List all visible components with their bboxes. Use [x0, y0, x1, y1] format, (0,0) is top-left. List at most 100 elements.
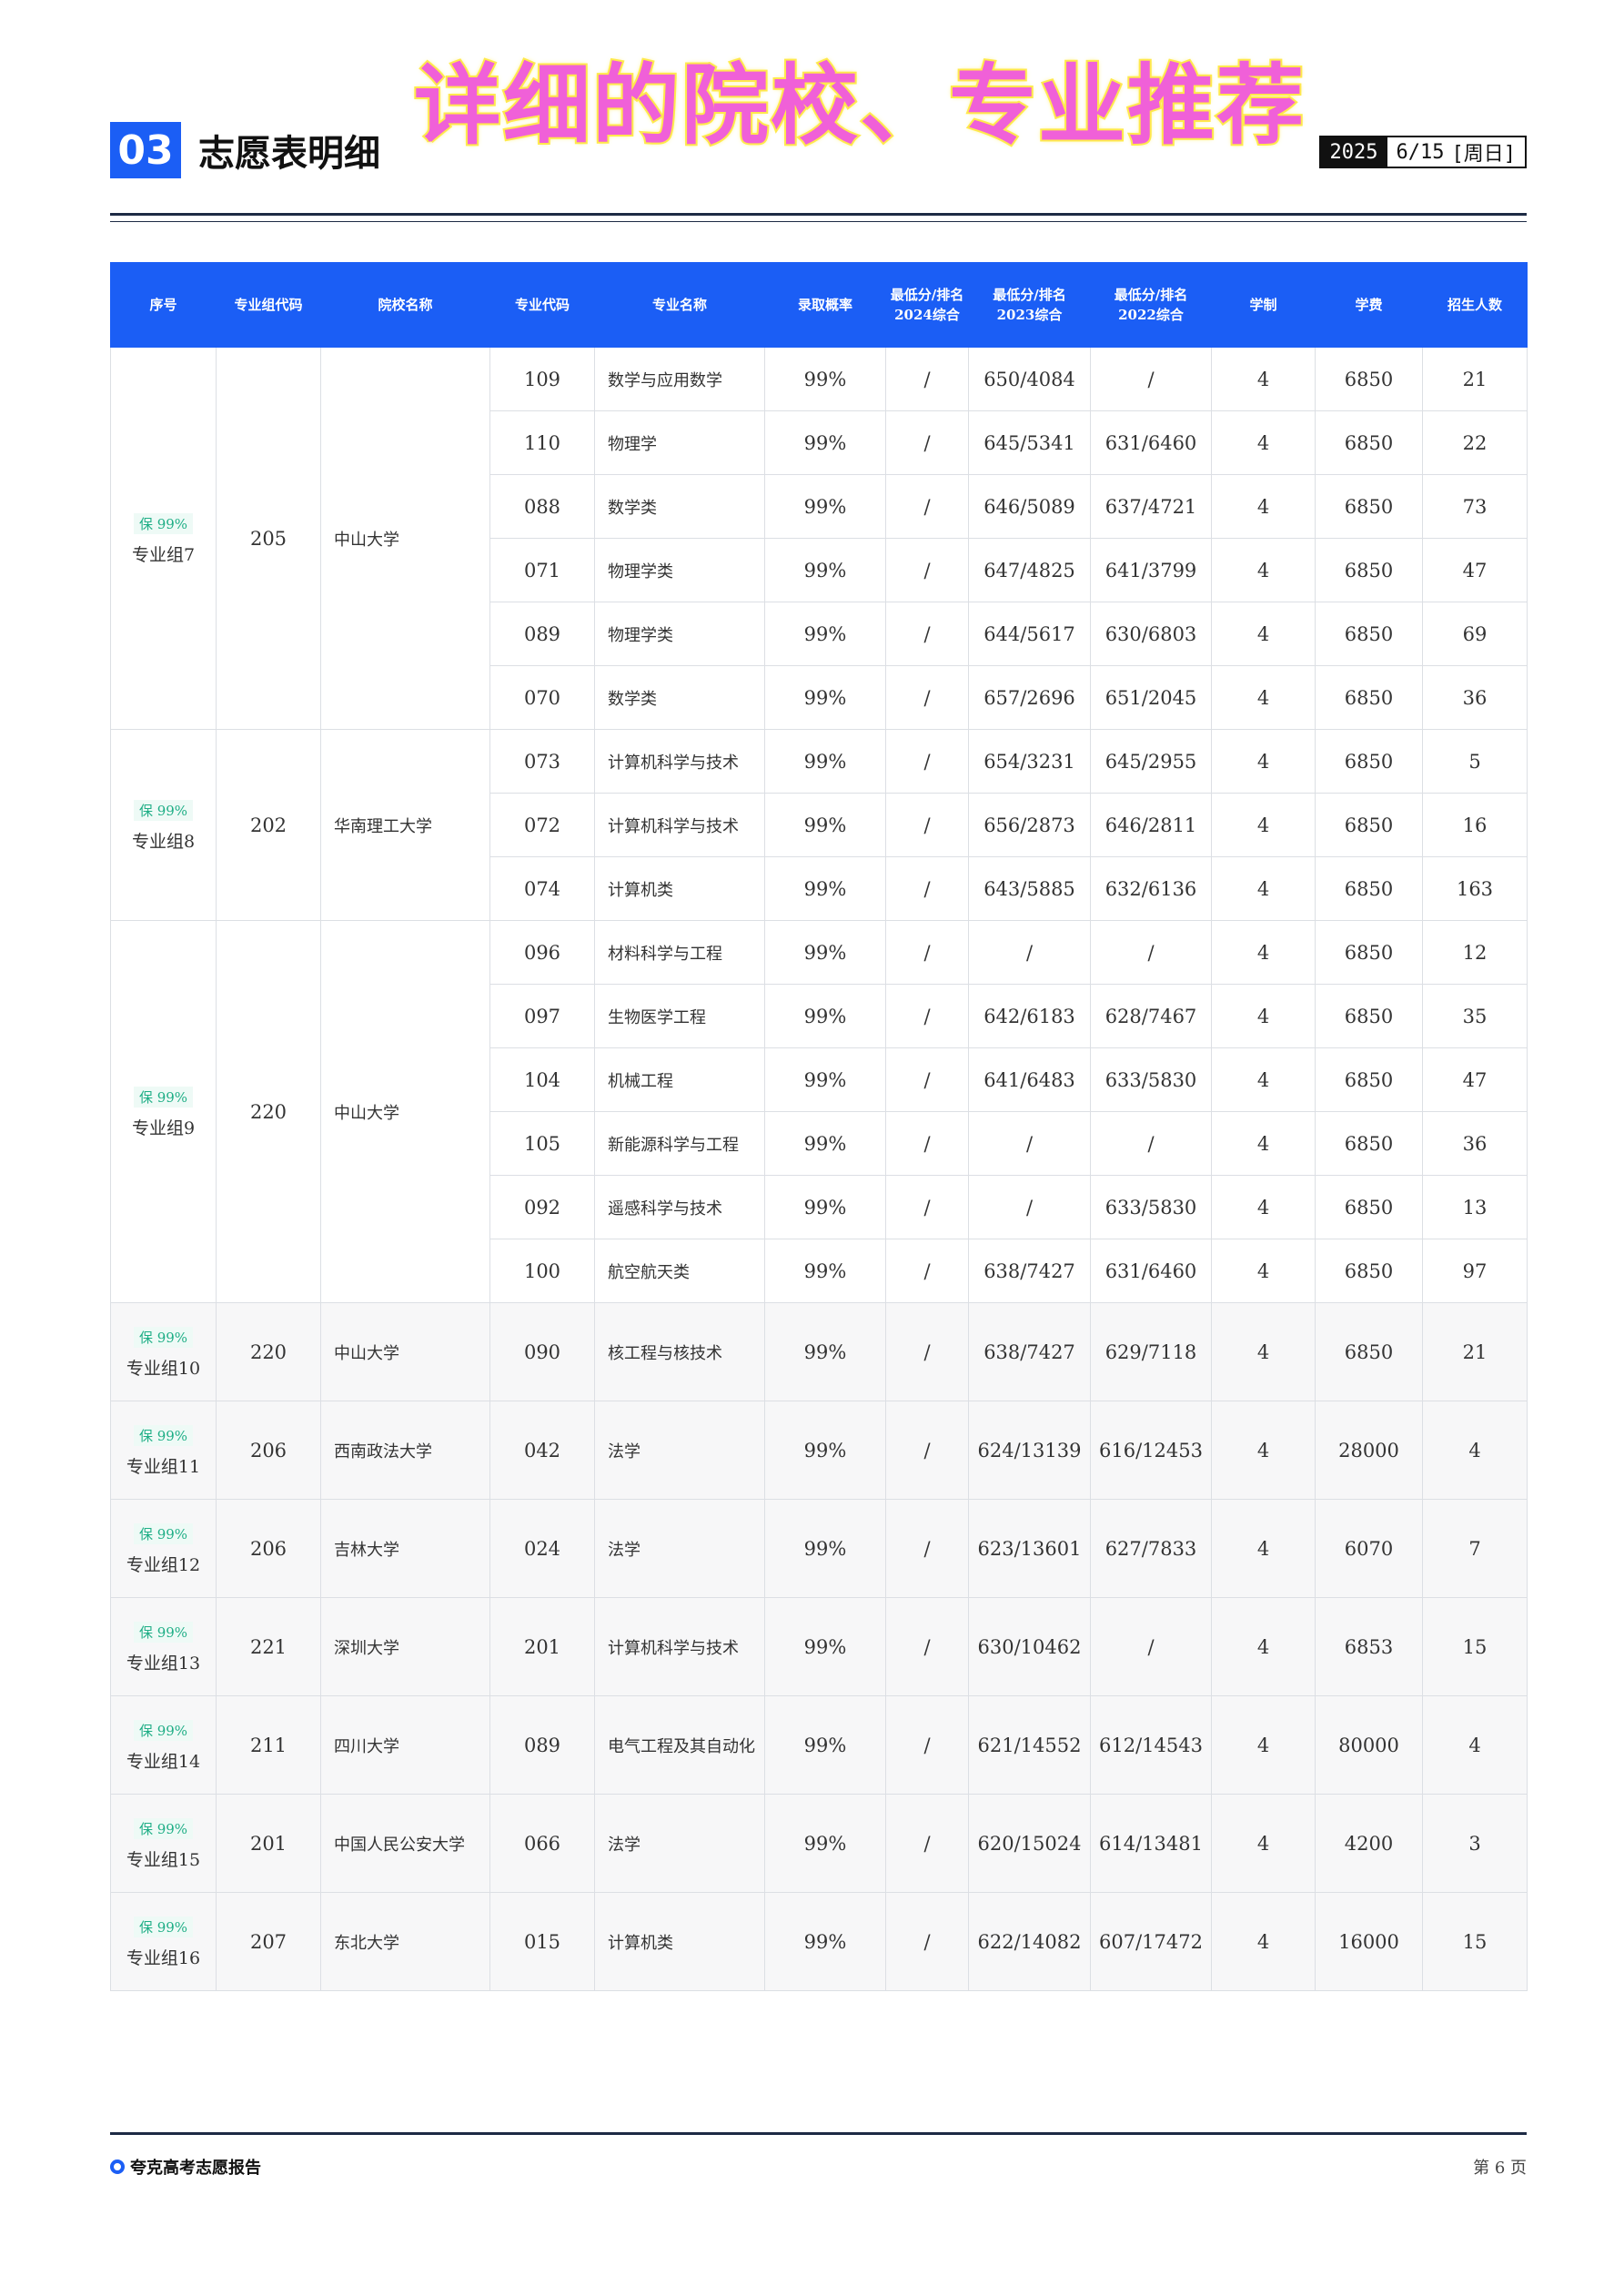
score-2023-cell: 654/3231	[968, 729, 1091, 794]
major-code-cell: 073	[489, 729, 595, 794]
duration-cell: 4	[1211, 856, 1316, 921]
enrollment-cell: 21	[1422, 1302, 1528, 1401]
probability-cell: 99%	[764, 1047, 886, 1112]
score-2023-cell: 630/10462	[968, 1597, 1091, 1696]
enrollment-cell: 36	[1422, 665, 1528, 730]
table-row: 保 99% 专业组14 211 四川大学 089 电气工程及其自动化 99%/621/145…	[110, 1695, 1528, 1795]
tuition-cell: 6853	[1315, 1597, 1423, 1696]
tuition-cell: 28000	[1315, 1401, 1423, 1500]
major-name-cell: 物理学类	[594, 602, 765, 666]
major-code-cell: 088	[489, 474, 595, 539]
score-2022-cell: 631/6460	[1090, 1239, 1212, 1303]
major-name-cell: 计算机类	[594, 856, 765, 921]
enrollment-cell: 22	[1422, 410, 1528, 475]
score-2022-cell: 633/5830	[1090, 1175, 1212, 1239]
duration-cell: 4	[1211, 1047, 1316, 1112]
score-2024-cell: /	[885, 1111, 969, 1176]
column-header: 最低分/排名 2024综合	[885, 262, 969, 348]
enrollment-cell: 47	[1422, 1047, 1528, 1112]
school-name-cell: 吉林大学	[320, 1499, 490, 1598]
score-2024-cell: /	[885, 1047, 969, 1112]
major-name-cell: 材料科学与工程	[594, 920, 765, 985]
major-name-cell: 新能源科学与工程	[594, 1111, 765, 1176]
score-2023-cell: 622/14082	[968, 1892, 1091, 1991]
score-2022-cell: 632/6136	[1090, 856, 1212, 921]
group-code-cell: 205	[216, 347, 321, 730]
school-name-cell: 中山大学	[320, 1302, 490, 1401]
group-code-cell: 221	[216, 1597, 321, 1696]
column-header: 专业代码	[489, 262, 595, 348]
group-cell: 保 99% 专业组12	[110, 1499, 217, 1598]
quark-logo-icon	[110, 2159, 125, 2174]
group-cell: 保 99% 专业组14	[110, 1695, 217, 1795]
probability-badge: 保 99%	[133, 1719, 194, 1741]
enrollment-cell: 16	[1422, 793, 1528, 857]
probability-cell: 99%	[764, 602, 886, 666]
score-2024-cell: /	[885, 1892, 969, 1991]
enrollment-cell: 15	[1422, 1892, 1528, 1991]
score-2023-cell: 638/7427	[968, 1302, 1091, 1401]
probability-cell: 99%	[764, 856, 886, 921]
score-2024-cell: /	[885, 1794, 969, 1893]
footer-brand: 夸克高考志愿报告	[110, 2155, 261, 2179]
tuition-cell: 6850	[1315, 410, 1423, 475]
major-name-cell: 法学	[594, 1401, 765, 1500]
score-2024-cell: /	[885, 1597, 969, 1696]
group-cell: 保 99% 专业组10	[110, 1302, 217, 1401]
column-header: 院校名称	[320, 262, 490, 348]
major-name-cell: 计算机科学与技术	[594, 1597, 765, 1696]
group-code-cell: 206	[216, 1499, 321, 1598]
duration-cell: 4	[1211, 984, 1316, 1048]
probability-badge: 保 99%	[133, 1326, 194, 1348]
duration-cell: 4	[1211, 410, 1316, 475]
score-2024-cell: /	[885, 1239, 969, 1303]
major-code-cell: 015	[489, 1892, 595, 1991]
score-2022-cell: 627/7833	[1090, 1499, 1212, 1598]
group-name: 专业组10	[126, 1358, 201, 1379]
probability-badge: 保 99%	[133, 1916, 194, 1937]
major-code-cell: 071	[489, 538, 595, 602]
group-name: 专业组13	[126, 1653, 201, 1674]
group-code-cell: 202	[216, 729, 321, 921]
school-name-cell: 东北大学	[320, 1892, 490, 1991]
probability-badge: 保 99%	[133, 1522, 194, 1544]
tuition-cell: 6850	[1315, 347, 1423, 411]
score-2024-cell: /	[885, 1695, 969, 1795]
date-box: 2025 6/15 [周日]	[1318, 136, 1527, 168]
score-2024-cell: /	[885, 1499, 969, 1598]
school-name-cell: 深圳大学	[320, 1597, 490, 1696]
school-name-cell: 华南理工大学	[320, 729, 490, 921]
major-name-cell: 物理学类	[594, 538, 765, 602]
score-2022-cell: /	[1090, 920, 1212, 985]
enrollment-cell: 15	[1422, 1597, 1528, 1696]
score-2022-cell: 616/12453	[1090, 1401, 1212, 1500]
date-weekday: [周日]	[1451, 143, 1517, 166]
score-2024-cell: /	[885, 984, 969, 1048]
tuition-cell: 6850	[1315, 856, 1423, 921]
probability-cell: 99%	[764, 665, 886, 730]
column-header: 学费	[1315, 262, 1423, 348]
major-code-cell: 074	[489, 856, 595, 921]
score-2024-cell: /	[885, 1175, 969, 1239]
probability-cell: 99%	[764, 920, 886, 985]
duration-cell: 4	[1211, 1794, 1316, 1893]
score-2023-cell: 643/5885	[968, 856, 1091, 921]
major-name-cell: 计算机科学与技术	[594, 793, 765, 857]
group-cell: 保 99% 专业组9	[110, 920, 217, 1303]
probability-cell: 99%	[764, 793, 886, 857]
score-2023-cell: 621/14552	[968, 1695, 1091, 1795]
duration-cell: 4	[1211, 920, 1316, 985]
probability-cell: 99%	[764, 729, 886, 794]
score-2022-cell: /	[1090, 1597, 1212, 1696]
probability-badge: 保 99%	[133, 1817, 194, 1839]
tuition-cell: 6850	[1315, 1302, 1423, 1401]
enrollment-cell: 4	[1422, 1695, 1528, 1795]
enrollment-cell: 7	[1422, 1499, 1528, 1598]
column-header: 学制	[1211, 262, 1316, 348]
score-2022-cell: 637/4721	[1090, 474, 1212, 539]
duration-cell: 4	[1211, 1175, 1316, 1239]
score-2022-cell: 651/2045	[1090, 665, 1212, 730]
tuition-cell: 16000	[1315, 1892, 1423, 1991]
enrollment-cell: 36	[1422, 1111, 1528, 1176]
major-code-cell: 109	[489, 347, 595, 411]
